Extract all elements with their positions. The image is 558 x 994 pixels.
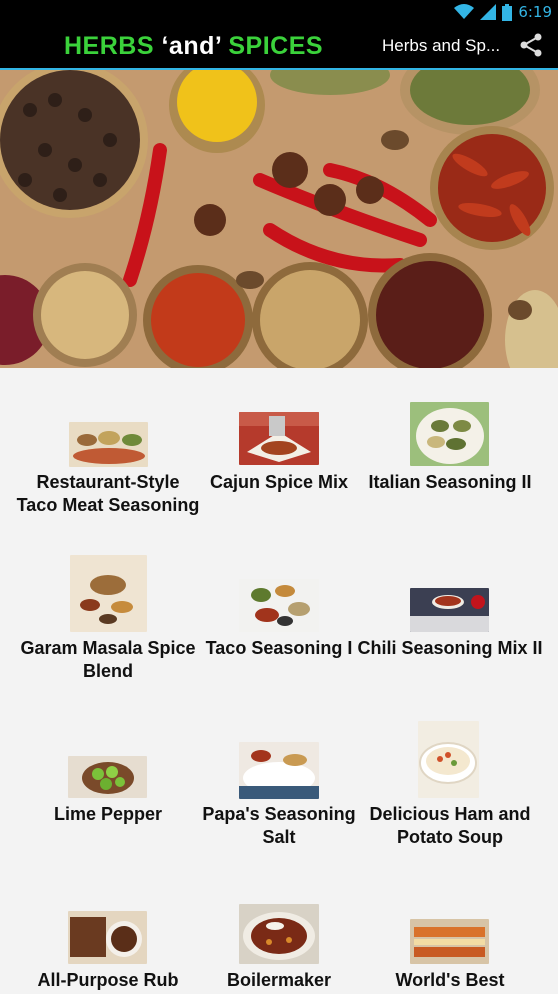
recipe-label: Taco Seasoning I — [205, 638, 353, 658]
wifi-icon — [454, 4, 475, 20]
recipe-thumbnail — [410, 919, 489, 964]
recipe-thumbnail — [239, 904, 319, 964]
status-icons: 6:19 — [454, 2, 552, 22]
recipe-thumbnail — [68, 911, 147, 964]
battery-icon — [502, 3, 513, 21]
recipe-label: Cajun Spice Mix — [209, 472, 349, 492]
app-title-part3: SPICES — [220, 32, 324, 60]
recipe-label: Chili Seasoning Mix II — [357, 638, 543, 658]
recipe-label: Italian Seasoning II — [368, 472, 532, 492]
category-spinner[interactable]: Herbs and Sp... — [382, 36, 506, 56]
spices-banner-photo — [0, 70, 558, 368]
recipe-thumbnail — [239, 742, 319, 799]
recipe-label: Delicious Ham and Potato Soup — [369, 804, 531, 847]
app-title-part1: HERBS — [64, 32, 162, 60]
recipe-label: Garam Masala Spice Blend — [20, 638, 196, 681]
status-bar: 6:19 — [0, 0, 558, 24]
recipe-thumbnail — [70, 555, 147, 632]
recipe-thumbnail — [410, 402, 489, 466]
app-title-part2: ‘and’ — [161, 32, 221, 60]
recipe-thumbnail — [239, 412, 319, 465]
recipe-label: World's Best — [395, 970, 505, 990]
app-title: HERBS ‘and’ SPICES — [64, 32, 323, 61]
recipe-thumbnail — [68, 756, 147, 798]
recipe-thumbnail — [69, 422, 148, 467]
recipe-label: Boilermaker — [226, 970, 332, 990]
recipe-label: All-Purpose Rub — [37, 970, 179, 990]
recipe-thumbnail — [239, 579, 319, 632]
signal-icon — [480, 4, 497, 20]
recipe-thumbnail — [410, 588, 489, 632]
share-icon[interactable] — [518, 32, 544, 58]
recipe-label: Restaurant-Style Taco Meat Seasoning — [16, 472, 200, 515]
clock: 6:19 — [518, 3, 552, 21]
recipe-grid: Restaurant-Style Taco Meat Seasoning Caj… — [0, 368, 558, 994]
recipe-thumbnail — [418, 721, 479, 798]
recipe-label: Lime Pepper — [53, 804, 163, 824]
recipe-label: Papa's Seasoning Salt — [202, 804, 356, 847]
